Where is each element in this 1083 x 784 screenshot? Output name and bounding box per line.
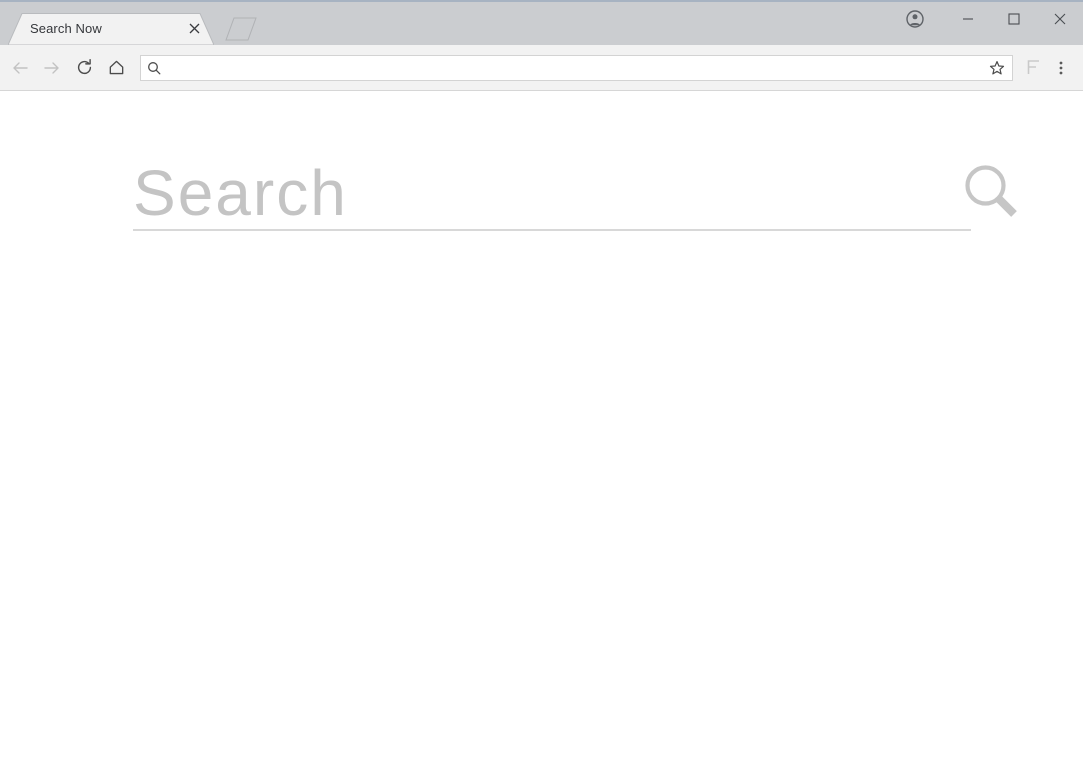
address-bar[interactable] [140, 54, 1013, 81]
window-controls [893, 2, 1083, 36]
search-box [133, 156, 1017, 231]
three-dot-menu-icon [1059, 61, 1063, 74]
title-bar: Search Now [0, 0, 1083, 45]
browser-menu-button[interactable] [1047, 52, 1075, 84]
back-button[interactable] [4, 52, 36, 84]
window-minimize-button[interactable] [945, 2, 991, 36]
reload-button[interactable] [68, 52, 100, 84]
tab-search-now[interactable]: Search Now [8, 12, 214, 45]
arrow-right-icon [44, 61, 59, 74]
home-button[interactable] [100, 52, 132, 84]
window-close-button[interactable] [1037, 2, 1083, 36]
new-tab-icon [225, 17, 257, 41]
extension-icon[interactable] [1019, 52, 1047, 84]
reload-icon [77, 58, 91, 75]
tab-title: Search Now [30, 21, 102, 36]
tab-close-icon[interactable] [186, 21, 202, 37]
forward-button[interactable] [36, 52, 68, 84]
browser-toolbar [0, 45, 1083, 91]
browser-window: Search Now [0, 0, 1083, 784]
magnifier-icon[interactable] [956, 156, 1026, 226]
page-content [0, 91, 1083, 784]
tab-strip: Search Now [0, 2, 260, 45]
home-icon [109, 60, 123, 75]
arrow-left-icon [13, 61, 28, 74]
address-input[interactable] [167, 55, 982, 80]
search-input[interactable] [133, 156, 956, 229]
new-tab-button[interactable] [220, 14, 260, 42]
window-maximize-button[interactable] [991, 2, 1037, 36]
bookmark-star-icon[interactable] [982, 60, 1012, 76]
profile-avatar-icon[interactable] [893, 2, 937, 36]
search-icon [141, 61, 167, 75]
